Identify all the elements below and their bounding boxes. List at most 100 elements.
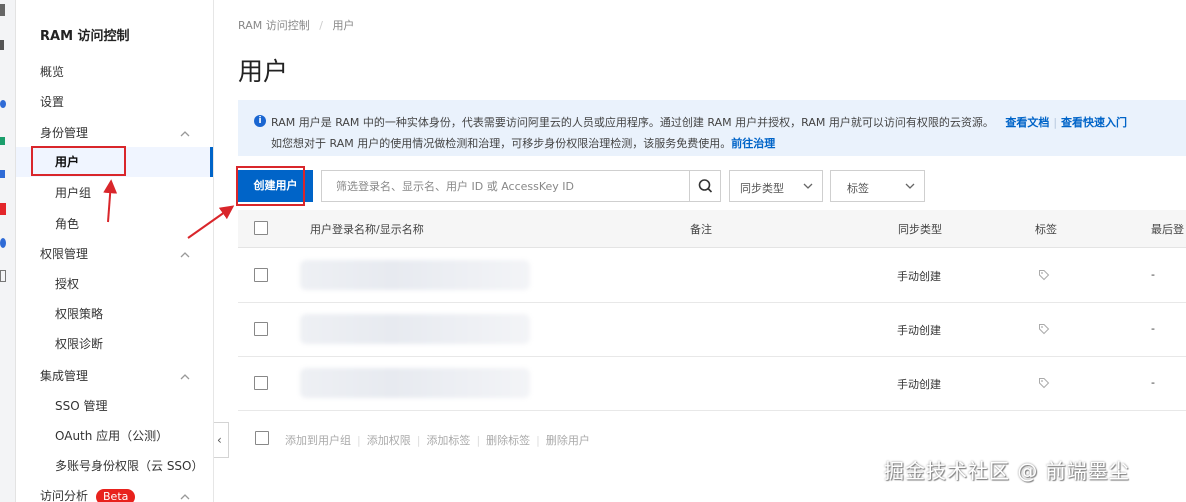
info-line-1: RAM 用户是 RAM 中的一种实体身份，代表需要访问阿里云的人员或应用程序。通… — [271, 114, 1127, 130]
watermark: 掘金技术社区 @ 前端墨尘 — [884, 459, 1130, 483]
quickstart-link[interactable]: 查看快速入门 — [1061, 116, 1127, 129]
column-header-username[interactable]: 用户登录名称/显示名称 — [310, 221, 424, 237]
page-title: 用户 — [238, 57, 289, 86]
ram-console-page: RAM 访问控制 概览 设置 身份管理 用户 用户组 角色 权限管理 授权 权限… — [0, 0, 1186, 502]
strip-icon-5[interactable] — [0, 170, 5, 178]
link-separator: | — [1053, 116, 1058, 129]
sidebar-group-access-analysis-label: 访问分析 — [40, 489, 89, 502]
breadcrumb-current: 用户 — [332, 19, 355, 32]
info-banner: i RAM 用户是 RAM 中的一种实体身份，代表需要访问阿里云的人员或应用程序… — [238, 100, 1186, 156]
chevron-down-icon — [905, 183, 915, 189]
add-permission-action[interactable]: 添加权限 — [367, 434, 411, 447]
sidebar-active-indicator — [210, 147, 213, 177]
beta-badge: Beta — [96, 489, 136, 502]
strip-icon-2[interactable] — [0, 40, 4, 50]
sync-type-select-label: 同步类型 — [740, 182, 784, 195]
strip-icon-8[interactable] — [0, 270, 6, 282]
bulk-actions: 添加到用户组 | 添加权限 | 添加标签 | 删除标签 | 删除用户 — [285, 432, 590, 448]
table-row[interactable]: 手动创建 - — [238, 248, 1186, 303]
row-sync-type: 手动创建 — [897, 324, 941, 337]
sidebar-title: RAM 访问控制 — [40, 29, 130, 44]
sidebar-item-oauth[interactable]: OAuth 应用（公测） — [55, 426, 168, 446]
view-docs-link[interactable]: 查看文档 — [1005, 116, 1049, 129]
sidebar: RAM 访问控制 概览 设置 身份管理 用户 用户组 角色 权限管理 授权 权限… — [16, 0, 214, 502]
product-icon-strip — [0, 0, 16, 502]
info-icon: i — [254, 115, 266, 127]
column-header-remark[interactable]: 备注 — [690, 221, 712, 237]
row-last-login: - — [1151, 322, 1155, 335]
row-checkbox[interactable] — [254, 268, 268, 282]
sidebar-group-identity[interactable]: 身份管理 — [40, 123, 88, 143]
search-box — [321, 170, 721, 202]
info-text-2: 如您想对于 RAM 用户的使用情况做检测和治理，可移步身份权限治理检测，该服务免… — [271, 137, 732, 150]
row-last-login: - — [1151, 376, 1155, 389]
sync-type-select[interactable]: 同步类型 — [729, 170, 823, 202]
sidebar-group-access-analysis[interactable]: 访问分析 Beta — [40, 486, 136, 502]
chevron-up-icon[interactable] — [178, 489, 192, 502]
table-row[interactable]: 手动创建 - — [238, 356, 1186, 411]
row-sync-type: 手动创建 — [897, 378, 941, 391]
governance-link[interactable]: 前往治理 — [731, 137, 775, 150]
sidebar-item-grants[interactable]: 授权 — [55, 274, 79, 294]
chevron-down-icon — [803, 183, 813, 189]
chevron-up-icon[interactable] — [178, 126, 192, 140]
add-tag-action[interactable]: 添加标签 — [426, 434, 470, 447]
breadcrumb-separator: / — [319, 19, 323, 32]
strip-icon-4[interactable] — [0, 137, 5, 145]
table-header: 用户登录名称/显示名称 备注 同步类型 标签 最后登 — [238, 210, 1186, 248]
sidebar-item-settings[interactable]: 设置 — [40, 92, 64, 112]
tag-icon[interactable] — [1038, 323, 1050, 335]
strip-icon-3[interactable] — [0, 100, 6, 108]
sidebar-item-user-groups[interactable]: 用户组 — [55, 183, 91, 203]
annotation-box-create — [236, 166, 305, 206]
tag-icon[interactable] — [1038, 377, 1050, 389]
strip-icon-7[interactable] — [0, 238, 6, 248]
sidebar-group-permissions[interactable]: 权限管理 — [40, 244, 88, 264]
redacted-username — [300, 260, 530, 290]
tag-select[interactable]: 标签 — [830, 170, 925, 202]
chevron-up-icon[interactable] — [178, 247, 192, 261]
action-separator: | — [536, 434, 540, 447]
breadcrumb: RAM 访问控制 / 用户 — [238, 17, 360, 33]
action-separator: | — [357, 434, 361, 447]
column-header-last-login[interactable]: 最后登 — [1151, 221, 1184, 237]
info-line-2: 如您想对于 RAM 用户的使用情况做检测和治理，可移步身份权限治理检测，该服务免… — [271, 135, 775, 151]
table-row[interactable]: 手动创建 - — [238, 302, 1186, 357]
search-icon — [698, 179, 713, 193]
action-separator: | — [416, 434, 421, 447]
breadcrumb-root[interactable]: RAM 访问控制 — [238, 19, 310, 32]
redacted-username — [300, 314, 530, 344]
sidebar-collapse-button[interactable]: ‹ — [214, 422, 229, 458]
annotation-box-users — [31, 146, 126, 176]
sidebar-item-policies[interactable]: 权限策略 — [55, 304, 103, 324]
tag-select-label: 标签 — [847, 182, 869, 195]
add-to-group-action[interactable]: 添加到用户组 — [285, 434, 351, 447]
row-checkbox[interactable] — [254, 322, 268, 336]
delete-user-action[interactable]: 删除用户 — [546, 434, 590, 447]
sidebar-item-roles[interactable]: 角色 — [55, 214, 79, 234]
sidebar-item-diagnostics[interactable]: 权限诊断 — [55, 334, 103, 354]
bulk-select-checkbox[interactable] — [255, 431, 269, 445]
column-header-sync-type[interactable]: 同步类型 — [898, 221, 942, 237]
row-sync-type: 手动创建 — [897, 270, 941, 283]
bulk-action-bar: 添加到用户组 | 添加权限 | 添加标签 | 删除标签 | 删除用户 — [238, 410, 1186, 450]
sidebar-group-integration[interactable]: 集成管理 — [40, 366, 88, 386]
action-separator: | — [476, 434, 481, 447]
chevron-up-icon[interactable] — [178, 369, 192, 383]
search-input[interactable] — [322, 171, 690, 201]
chevron-left-icon: ‹ — [217, 433, 222, 447]
sidebar-item-sso[interactable]: SSO 管理 — [55, 396, 108, 416]
info-text-1: RAM 用户是 RAM 中的一种实体身份，代表需要访问阿里云的人员或应用程序。通… — [271, 116, 994, 129]
select-all-checkbox[interactable] — [254, 221, 268, 235]
column-header-tags[interactable]: 标签 — [1035, 221, 1057, 237]
sidebar-item-overview[interactable]: 概览 — [40, 62, 64, 82]
redacted-username — [300, 368, 530, 398]
row-last-login: - — [1151, 268, 1155, 281]
search-button[interactable] — [689, 171, 720, 201]
sidebar-item-cloud-sso[interactable]: 多账号身份权限（云 SSO） — [55, 456, 204, 476]
row-checkbox[interactable] — [254, 376, 268, 390]
tag-icon[interactable] — [1038, 269, 1050, 281]
remove-tag-action[interactable]: 删除标签 — [486, 434, 530, 447]
strip-icon-6[interactable] — [0, 203, 6, 215]
strip-icon-1[interactable] — [0, 4, 5, 16]
